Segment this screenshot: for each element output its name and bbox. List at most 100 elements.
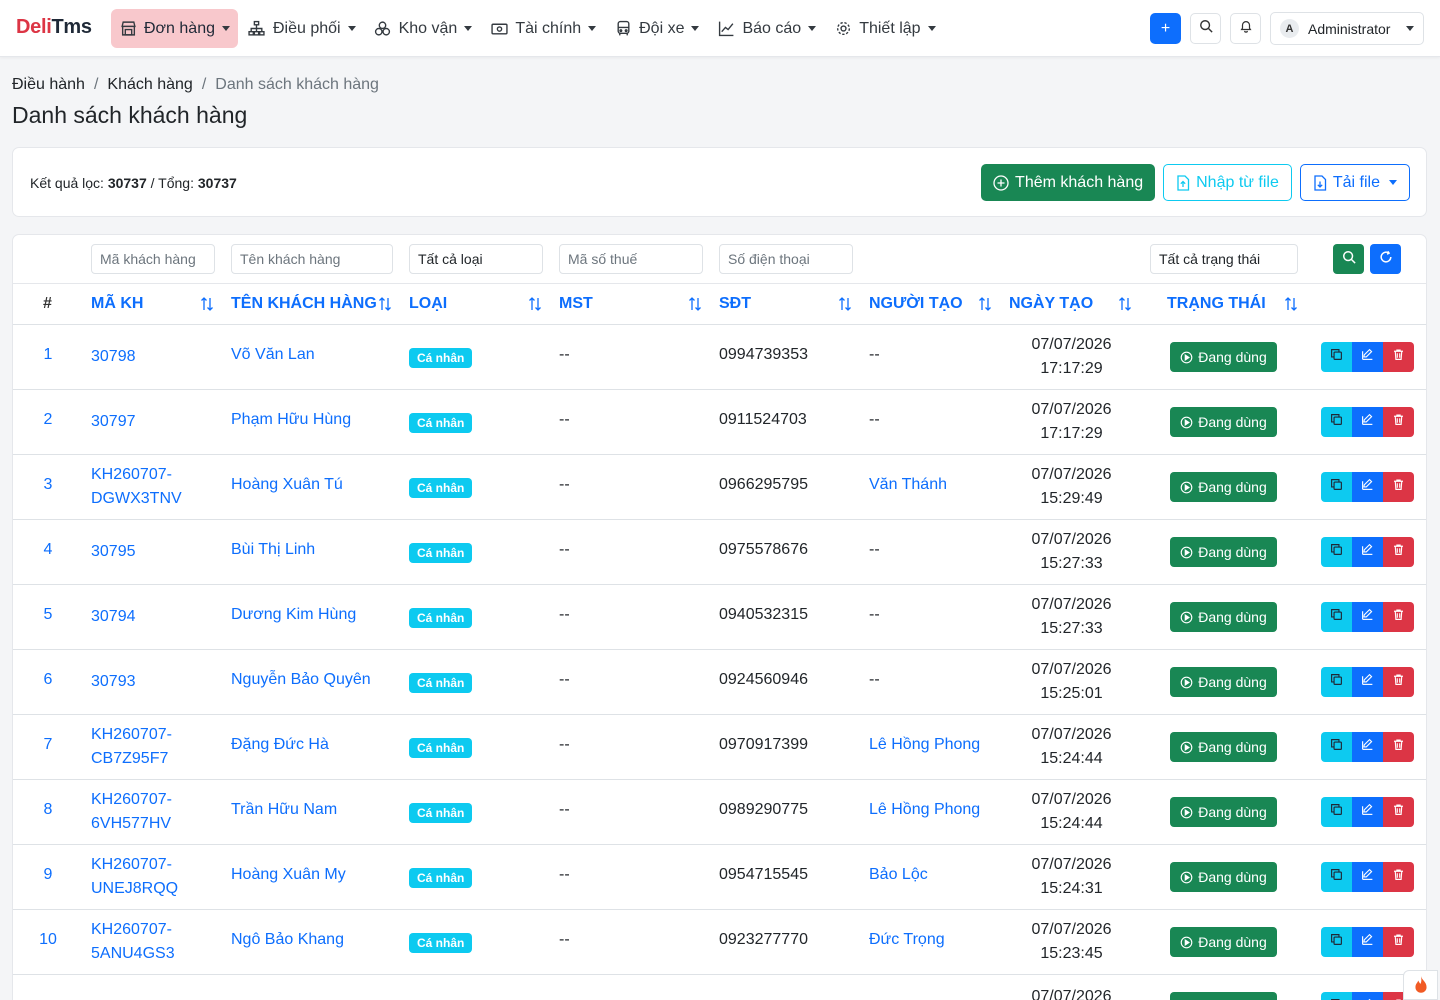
- edit-button[interactable]: [1352, 407, 1383, 437]
- customer-code-link[interactable]: KH260707- 6VH577HV: [91, 788, 172, 836]
- delete-button[interactable]: [1383, 537, 1414, 567]
- nav-doi-xe[interactable]: Đội xe: [606, 9, 707, 48]
- sort-icon[interactable]: [377, 296, 393, 317]
- filter-status-select[interactable]: Tất cả trạng thái: [1150, 244, 1298, 274]
- nav-don-hang[interactable]: Đơn hàng: [111, 9, 238, 48]
- status-badge-button[interactable]: [1170, 992, 1277, 1000]
- nav-tai-chinh[interactable]: Tài chính: [482, 9, 604, 48]
- col-status[interactable]: TRẠNG THÁI: [1167, 295, 1266, 313]
- delete-button[interactable]: [1383, 667, 1414, 697]
- sort-icon[interactable]: [1283, 296, 1299, 317]
- copy-button[interactable]: [1321, 862, 1352, 892]
- download-file-button[interactable]: Tải file: [1299, 164, 1410, 201]
- row-index[interactable]: 3: [13, 476, 83, 494]
- row-index[interactable]: 1: [13, 346, 83, 364]
- customer-code-link[interactable]: 30795: [91, 540, 136, 564]
- copy-button[interactable]: [1321, 602, 1352, 632]
- customer-code-link[interactable]: 30794: [91, 605, 136, 629]
- row-index[interactable]: 5: [13, 606, 83, 624]
- import-file-button[interactable]: Nhập từ file: [1163, 164, 1292, 201]
- nav-kho-van[interactable]: Kho vận: [366, 9, 481, 48]
- filter-type-select[interactable]: Tất cả loại: [409, 244, 543, 274]
- customer-code-link[interactable]: KH260707- 5ANU4GS3: [91, 918, 175, 966]
- edit-button[interactable]: [1352, 667, 1383, 697]
- delete-button[interactable]: [1383, 472, 1414, 502]
- filter-reset-button[interactable]: [1370, 244, 1401, 274]
- edit-button[interactable]: [1352, 602, 1383, 632]
- edit-button[interactable]: [1352, 732, 1383, 762]
- status-badge-button[interactable]: Đang dùng: [1170, 537, 1277, 567]
- copy-button[interactable]: [1321, 537, 1352, 567]
- breadcrumb-item[interactable]: Điều hành: [12, 76, 85, 94]
- row-index[interactable]: 4: [13, 541, 83, 559]
- customer-code-link[interactable]: KH260707- CB7Z95F7: [91, 723, 172, 771]
- customer-code-link[interactable]: 30793: [91, 670, 136, 694]
- customer-name-link[interactable]: Dương Kim Hùng: [231, 606, 356, 624]
- col-created-date[interactable]: NGÀY TẠO: [1009, 295, 1093, 313]
- copy-button[interactable]: [1321, 927, 1352, 957]
- edit-button[interactable]: [1352, 537, 1383, 567]
- edit-button[interactable]: [1352, 797, 1383, 827]
- edit-button[interactable]: [1352, 472, 1383, 502]
- customer-name-link[interactable]: Hoàng Xuân Tú: [231, 476, 343, 494]
- creator-name[interactable]: Bảo Lộc: [869, 866, 928, 884]
- sort-icon[interactable]: [977, 296, 993, 317]
- customer-name-link[interactable]: Đặng Đức Hà: [231, 736, 329, 754]
- filter-tax-code[interactable]: Mã số thuế: [559, 244, 703, 274]
- delete-button[interactable]: [1383, 602, 1414, 632]
- nav-dieu-phoi[interactable]: Điều phối: [240, 9, 364, 48]
- copy-button[interactable]: [1321, 797, 1352, 827]
- copy-button[interactable]: [1321, 472, 1352, 502]
- delete-button[interactable]: [1383, 732, 1414, 762]
- sort-icon[interactable]: [687, 296, 703, 317]
- status-badge-button[interactable]: Đang dùng: [1170, 602, 1277, 632]
- customer-name-link[interactable]: Ngô Bảo Khang: [231, 931, 344, 949]
- add-customer-button[interactable]: Thêm khách hàng: [981, 164, 1156, 201]
- status-badge-button[interactable]: Đang dùng: [1170, 407, 1277, 437]
- status-badge-button[interactable]: Đang dùng: [1170, 797, 1277, 827]
- delete-button[interactable]: [1383, 797, 1414, 827]
- edit-button[interactable]: [1352, 862, 1383, 892]
- col-code[interactable]: MÃ KH: [91, 295, 143, 313]
- nav-thiet-lap[interactable]: Thiết lập: [826, 9, 943, 48]
- filter-customer-code[interactable]: Mã khách hàng: [91, 244, 215, 274]
- status-badge-button[interactable]: Đang dùng: [1170, 862, 1277, 892]
- filter-search-button[interactable]: [1333, 244, 1364, 274]
- customer-name-link[interactable]: Trần Hữu Nam: [231, 801, 337, 819]
- status-badge-button[interactable]: Đang dùng: [1170, 732, 1277, 762]
- row-index[interactable]: 2: [13, 411, 83, 429]
- customer-code-link[interactable]: KH260707- UNEJ8RQQ: [91, 853, 178, 901]
- status-badge-button[interactable]: Đang dùng: [1170, 472, 1277, 502]
- copy-button[interactable]: [1321, 992, 1352, 1000]
- customer-code-link[interactable]: KH260707-: [91, 995, 172, 1000]
- delete-button[interactable]: [1383, 927, 1414, 957]
- copy-button[interactable]: [1321, 407, 1352, 437]
- brand-logo[interactable]: DeliTms: [16, 16, 92, 39]
- customer-name-link[interactable]: Phạm Hữu Hùng: [231, 411, 351, 429]
- row-index[interactable]: 10: [13, 931, 83, 949]
- edit-button[interactable]: [1352, 992, 1383, 1000]
- status-badge-button[interactable]: Đang dùng: [1170, 342, 1277, 372]
- row-index[interactable]: 7: [13, 736, 83, 754]
- customer-name-link[interactable]: Hoàng Xuân My: [231, 866, 346, 884]
- customer-name-link[interactable]: Bùi Thị Linh: [231, 541, 315, 559]
- sort-icon[interactable]: [1117, 296, 1133, 317]
- col-tax[interactable]: MST: [559, 295, 593, 313]
- customer-code-link[interactable]: KH260707- DGWX3TNV: [91, 463, 182, 511]
- row-index[interactable]: 8: [13, 801, 83, 819]
- customer-name-link[interactable]: Võ Văn Lan: [231, 346, 315, 364]
- creator-name[interactable]: Đức Trọng: [869, 931, 945, 949]
- customer-code-link[interactable]: 30798: [91, 345, 136, 369]
- breadcrumb-item[interactable]: Khách hàng: [107, 76, 192, 94]
- delete-button[interactable]: [1383, 407, 1414, 437]
- copy-button[interactable]: [1321, 732, 1352, 762]
- col-phone[interactable]: SĐT: [719, 295, 751, 313]
- col-creator[interactable]: NGƯỜI TẠO: [869, 295, 963, 313]
- col-name[interactable]: TÊN KHÁCH HÀNG: [231, 295, 377, 313]
- flame-icon[interactable]: [1403, 970, 1438, 1000]
- filter-customer-name[interactable]: Tên khách hàng: [231, 244, 393, 274]
- customer-name-link[interactable]: Nguyễn Bảo Quyên: [231, 671, 371, 689]
- notification-button[interactable]: [1230, 13, 1261, 44]
- status-badge-button[interactable]: Đang dùng: [1170, 927, 1277, 957]
- customer-code-link[interactable]: 30797: [91, 410, 136, 434]
